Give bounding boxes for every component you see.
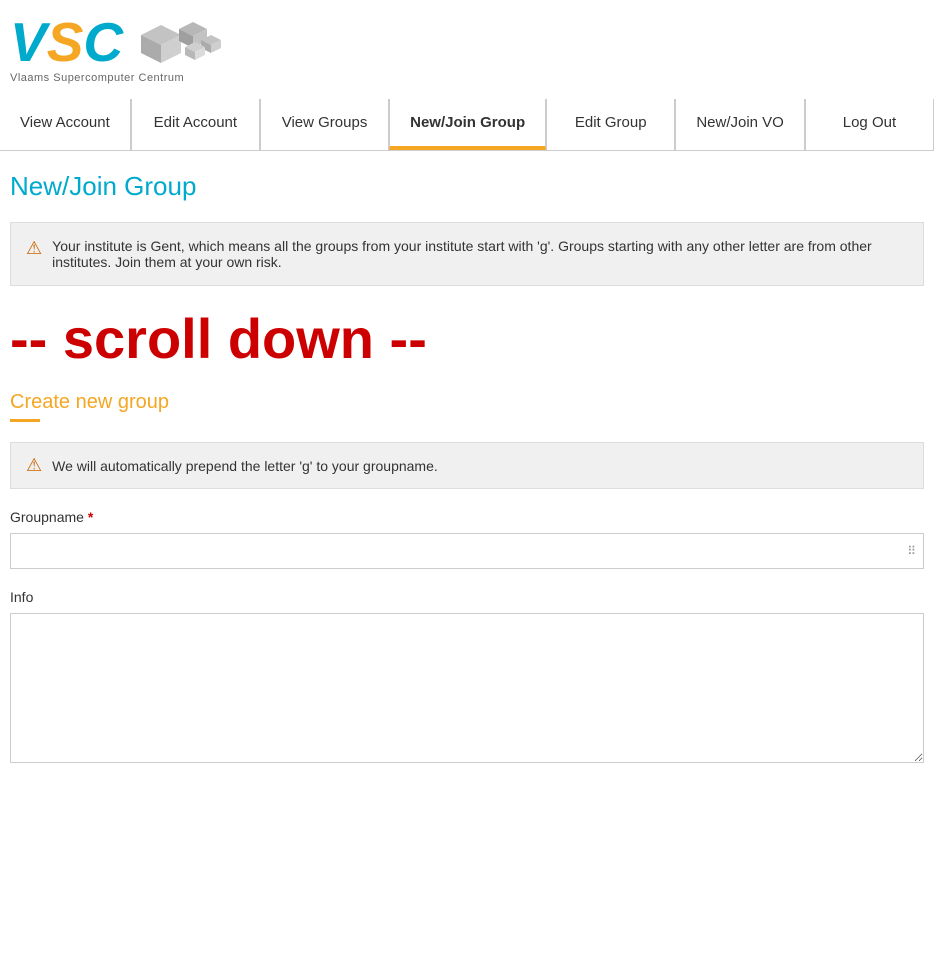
logo-c: C: [83, 11, 123, 73]
logo-subtitle: Vlaams Supercomputer Centrum: [10, 72, 184, 84]
scroll-down-text: -- scroll down --: [10, 306, 924, 371]
nav-view-groups[interactable]: View Groups: [260, 99, 389, 150]
groupname-input[interactable]: [10, 533, 924, 569]
section-underline: [10, 419, 40, 422]
nav-edit-account[interactable]: Edit Account: [131, 99, 260, 150]
header: VSC: [0, 0, 934, 99]
info-textarea[interactable]: [10, 613, 924, 763]
grip-icon: ⠿: [907, 544, 916, 558]
logo: VSC: [10, 15, 924, 84]
groupname-input-wrapper: ⠿: [10, 533, 924, 569]
create-group-section-title: Create new group: [10, 391, 924, 414]
logo-icon-cluster: [131, 15, 221, 70]
logo-s: S: [47, 11, 84, 73]
nav-view-account[interactable]: View Account: [0, 99, 131, 150]
logo-v: V: [10, 11, 47, 73]
info-label: Info: [10, 589, 924, 605]
small-warning-icon: ⚠: [26, 455, 42, 476]
institute-warning-text: Your institute is Gent, which means all …: [52, 238, 908, 270]
groupname-label: Groupname *: [10, 509, 924, 525]
page-title: New/Join Group: [10, 171, 924, 202]
groupname-prepend-warning: ⚠ We will automatically prepend the lett…: [10, 442, 924, 489]
groupname-prepend-text: We will automatically prepend the letter…: [52, 458, 438, 474]
institute-warning-box: ⚠ Your institute is Gent, which means al…: [10, 222, 924, 286]
nav-edit-group[interactable]: Edit Group: [546, 99, 675, 150]
logo-letters: VSC: [10, 15, 123, 70]
nav-log-out[interactable]: Log Out: [805, 99, 934, 150]
navigation: View Account Edit Account View Groups Ne…: [0, 99, 934, 151]
warning-icon: ⚠: [26, 238, 42, 259]
nav-new-join-vo[interactable]: New/Join VO: [675, 99, 805, 150]
info-form-group: Info: [10, 589, 924, 766]
groupname-form-group: Groupname * ⠿: [10, 509, 924, 569]
nav-new-join-group[interactable]: New/Join Group: [389, 99, 546, 150]
main-content: New/Join Group ⚠ Your institute is Gent,…: [0, 151, 934, 806]
groupname-required: *: [88, 509, 93, 525]
logo-cubes-svg: [131, 15, 221, 70]
